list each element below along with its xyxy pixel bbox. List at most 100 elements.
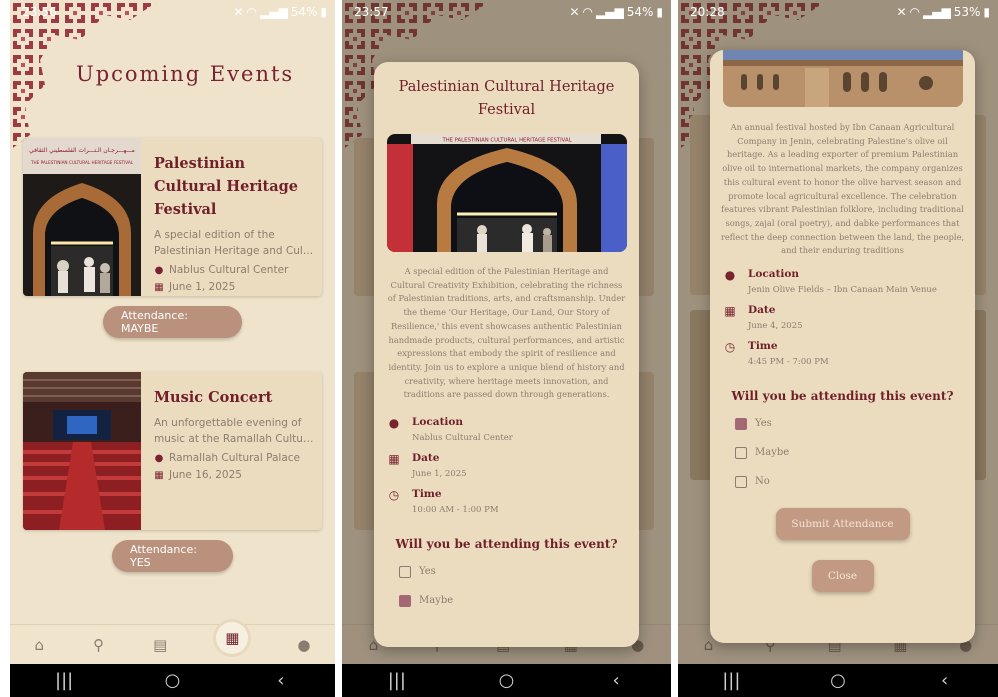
location-pin-icon: ● [388, 416, 400, 431]
recent-apps-icon[interactable]: ||| [711, 670, 751, 691]
home-icon[interactable]: ⌂ [35, 636, 45, 654]
checkbox-yes[interactable] [735, 417, 747, 430]
signal-icon: ▂▄▆ [260, 5, 288, 19]
detail-value: Jenin Olive Fields – Ibn Canaan Main Ven… [748, 285, 937, 296]
option-maybe[interactable]: Maybe [735, 438, 975, 467]
attendance-button-maybe[interactable]: Attendance: MAYBE [103, 306, 242, 338]
event-location-text: Ramallah Cultural Palace [169, 452, 300, 464]
battery-level: 54% [626, 5, 654, 19]
location-pin-icon: ● [154, 452, 164, 464]
event-date-text: June 1, 2025 [169, 281, 236, 293]
attendance-button-yes[interactable]: Attendance: YES [112, 540, 233, 572]
close-button[interactable]: Close [811, 560, 874, 593]
home-button-icon[interactable]: ○ [486, 670, 526, 691]
event-title: Palestinian Cultural Heritage Festival [154, 155, 298, 218]
battery-icon: ▮ [320, 5, 327, 19]
event-details-dialog: Palestinian Cultural Heritage Festival T… [374, 62, 639, 647]
event-description-line1: A special edition of the [154, 229, 275, 241]
wifi-icon: ◠ [909, 5, 921, 19]
detail-location: ● Location Nablus Cultural Center [388, 416, 639, 443]
status-icons: ✕ ◠ ▂▄▆ 54% ▮ [233, 5, 327, 19]
detail-label: Time [412, 488, 442, 501]
event-location: ● Ramallah Cultural Palace [154, 452, 316, 464]
image-banner-arabic: مـــهـــرجـان الـتـــراث الفلسطيني الثقا… [29, 147, 135, 154]
screen-upcoming-events: 23:56 ✕ ◠ ▂▄▆ 54% ▮ Upcoming Events مـــ… [10, 0, 335, 697]
attendance-options: Yes Maybe No [735, 409, 975, 496]
wifi-icon: ◠ [246, 5, 258, 19]
signal-icon: ▂▄▆ [923, 5, 951, 19]
profile-icon[interactable]: ● [297, 636, 310, 654]
chat-icon[interactable]: ▤ [153, 636, 167, 654]
detail-date: ▦ Date June 4, 2025 [724, 304, 975, 331]
event-description-line1: An unforgettable evening of [154, 417, 302, 429]
calendar-icon: ▦ [154, 469, 164, 481]
back-icon[interactable]: ‹ [596, 670, 636, 691]
event-title: Music Concert [154, 389, 273, 406]
detail-value: 4:45 PM - 7:00 PM [748, 357, 829, 368]
detail-label: Time [748, 340, 778, 353]
wifi-icon: ◠ [582, 5, 594, 19]
status-bar: 23:57 ✕ ◠ ▂▄▆ 54% ▮ [342, 0, 671, 24]
event-description-line2: music at the Ramallah Cultur... [154, 433, 316, 445]
event-description: An annual festival hosted by Ibn Canaan … [720, 122, 965, 256]
recent-apps-icon[interactable]: ||| [377, 670, 417, 691]
event-image-heritage: THE PALESTINIAN CULTURAL HERITAGE FESTIV… [386, 134, 627, 252]
recent-apps-icon[interactable]: ||| [44, 670, 84, 691]
attendance-question: Will you be attending this event? [731, 389, 954, 404]
battery-icon: ▮ [656, 5, 663, 19]
location-pin-icon: ● [724, 268, 736, 283]
status-bar: 23:56 ✕ ◠ ▂▄▆ 54% ▮ [10, 0, 335, 24]
home-button-icon[interactable]: ○ [818, 670, 858, 691]
detail-value: Nablus Cultural Center [412, 433, 513, 444]
status-time: 23:57 [354, 5, 389, 19]
submit-attendance-button[interactable]: Submit Attendance [775, 508, 910, 541]
bottom-navigation: ⌂ ⚲ ▤ ▦ ● [10, 621, 335, 664]
event-image-concert [23, 372, 141, 530]
event-card-music-concert[interactable]: Music Concert An unforgettable evening o… [23, 372, 322, 530]
event-description: An unforgettable evening of music at the… [154, 415, 316, 447]
mute-icon: ✕ [896, 5, 907, 19]
option-label: Maybe [755, 447, 790, 459]
image-caption: THE PALESTINIAN CULTURAL HERITAGE FESTIV… [441, 138, 571, 144]
event-date: ▦ June 1, 2025 [154, 281, 316, 293]
event-info: Music Concert An unforgettable evening o… [154, 386, 316, 481]
option-no[interactable]: No [735, 467, 975, 496]
event-location-text: Nablus Cultural Center [169, 264, 289, 276]
system-nav-bar: ||| ○ ‹ [678, 664, 998, 697]
battery-level: 54% [290, 5, 318, 19]
image-banner-english: THE PALESTINIAN CULTURAL HERITAGE FESTIV… [30, 160, 134, 165]
back-icon[interactable]: ‹ [261, 670, 301, 691]
attendance-question: Will you be attending this event? [395, 537, 618, 552]
clock-icon: ◷ [724, 340, 736, 355]
option-label: Maybe [419, 595, 454, 607]
option-maybe[interactable]: Maybe [399, 586, 639, 615]
dialog-title: Palestinian Cultural Heritage Festival [398, 79, 615, 118]
back-icon[interactable]: ‹ [925, 670, 965, 691]
option-label: Yes [419, 566, 436, 578]
checkbox-maybe[interactable] [735, 446, 747, 459]
home-button-icon[interactable]: ○ [152, 670, 192, 691]
event-info: Palestinian Cultural Heritage Festival A… [154, 152, 316, 293]
battery-level: 53% [953, 5, 981, 19]
option-yes[interactable]: Yes [399, 557, 639, 586]
checkbox-yes[interactable] [399, 565, 411, 578]
location-pin-icon: ● [154, 264, 164, 276]
events-icon[interactable]: ▦ [216, 621, 249, 654]
event-card-heritage-festival[interactable]: مـــهـــرجـان الـتـــراث الفلسطيني الثقا… [23, 138, 322, 296]
detail-label: Date [412, 452, 440, 465]
status-time: 23:56 [22, 5, 57, 19]
option-label: No [755, 476, 770, 488]
detail-label: Date [748, 304, 776, 317]
search-icon[interactable]: ⚲ [93, 636, 104, 654]
detail-value: June 4, 2025 [748, 321, 803, 332]
checkbox-maybe[interactable] [399, 594, 411, 607]
event-image-olive [722, 50, 963, 107]
signal-icon: ▂▄▆ [596, 5, 624, 19]
calendar-icon: ▦ [724, 304, 736, 319]
option-yes[interactable]: Yes [735, 409, 975, 438]
checkbox-no[interactable] [735, 475, 747, 488]
detail-time: ◷ Time 10:00 AM - 1:00 PM [388, 488, 639, 515]
status-icons: ✕ ◠ ▂▄▆ 53% ▮ [896, 5, 990, 19]
calendar-icon: ▦ [154, 281, 164, 293]
system-nav-bar: ||| ○ ‹ [10, 664, 335, 697]
